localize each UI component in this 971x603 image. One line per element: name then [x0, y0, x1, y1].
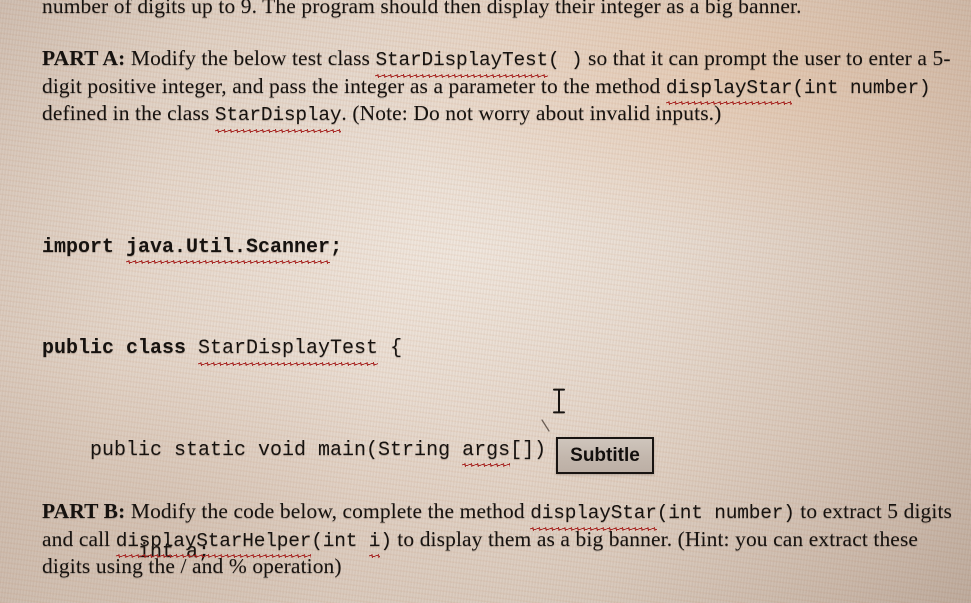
code-line-2: public class StarDisplayTest {: [42, 336, 942, 367]
part-a-text-3: defined in the class: [42, 101, 215, 125]
part-b-paragraph: PART B: Modify the code below, complete …: [42, 499, 968, 580]
inline-code-displaystar: displayStar: [665, 76, 793, 105]
code-line-1: import java.Util.Scanner;: [42, 235, 942, 265]
identifier-args: args: [462, 439, 511, 468]
part-a-label: PART A:: [42, 46, 126, 70]
part-b-label: PART B:: [42, 499, 126, 523]
subtitle-button[interactable]: Subtitle: [556, 437, 654, 474]
part-a-text-4: . (Note: Do not worry about invalid inpu…: [341, 101, 722, 125]
document-photo: number of digits up to 9. The program sh…: [0, 0, 971, 603]
clipped-top-line: number of digits up to 9. The program sh…: [42, 0, 952, 20]
part-a-paragraph: PART A: Modify the below test class Star…: [42, 46, 964, 132]
code-line-3: public static void main(String args[]) {: [42, 438, 942, 468]
keyword-public-class: public class: [42, 337, 199, 361]
inline-code-helper-param-i: i: [368, 529, 381, 558]
i-beam-text-cursor-icon: [553, 388, 565, 414]
inline-code-displaystarhelper: displayStarHelper: [115, 529, 311, 558]
inline-code-stardisplaytest: StarDisplayTest: [375, 48, 548, 77]
inline-code-stardisplay: StarDisplay: [214, 103, 342, 132]
class-name-stardisplaytest: StarDisplayTest: [198, 337, 379, 367]
subtitle-button-label: Subtitle: [570, 444, 640, 466]
top-line-text: number of digits up to 9. The program sh…: [42, 0, 802, 18]
main-method-signature: public static void main(String: [42, 439, 463, 463]
inline-code-helper-close-paren: ): [380, 529, 392, 552]
inline-code-displaystar-args-b: (int number): [656, 502, 795, 524]
inline-code-helper-args: (int: [311, 529, 369, 552]
code-line-2-brace: {: [378, 337, 403, 361]
inline-code-displaystar-args: (int number): [792, 76, 931, 99]
import-package-name: java.Util.Scanner: [126, 235, 331, 265]
code-line-1-semicolon: ;: [330, 235, 343, 259]
keyword-import: import: [42, 235, 127, 259]
part-b-text-1: Modify the code below, complete the meth…: [125, 499, 531, 523]
inline-code-displaystar-b: displayStar: [530, 501, 657, 530]
part-a-text-1: Modify the below test class: [125, 46, 376, 70]
stray-ink-mark: [541, 419, 550, 432]
inline-code-stardisplaytest-parens: ( ): [548, 49, 583, 71]
